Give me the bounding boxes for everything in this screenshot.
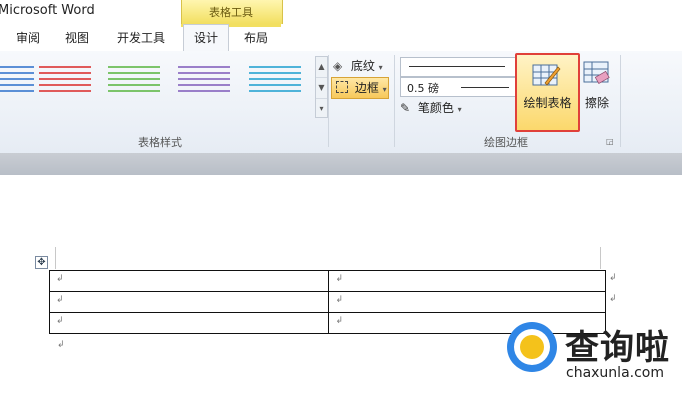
shading-button[interactable]: ◈ 底纹 ▾ bbox=[333, 57, 383, 75]
eraser-icon bbox=[583, 61, 610, 84]
group-divider bbox=[620, 55, 621, 147]
table-cell[interactable]: ↲ bbox=[48, 291, 330, 313]
row-end-mark: ↲ bbox=[609, 273, 617, 283]
table-style-thumb-3[interactable] bbox=[106, 62, 162, 106]
pen-color-label: 笔颜色 bbox=[417, 101, 454, 115]
table-style-thumb-5[interactable] bbox=[247, 62, 303, 106]
tab-layout[interactable]: 布局 bbox=[244, 29, 268, 46]
margin-guide bbox=[55, 247, 56, 269]
chevron-down-icon: ▾ bbox=[457, 105, 462, 114]
tab-developer[interactable]: 开发工具 bbox=[117, 29, 165, 46]
group-divider bbox=[328, 55, 329, 147]
title-bar bbox=[0, 0, 682, 24]
tab-design[interactable]: 设计 bbox=[183, 24, 230, 52]
table-row: ↲ ↲ bbox=[48, 270, 606, 292]
tab-view[interactable]: 视图 bbox=[65, 29, 89, 46]
watermark-name: 查询啦 bbox=[565, 328, 670, 368]
dialog-launcher-icon[interactable]: ◲ bbox=[606, 137, 614, 146]
table-style-thumb-2[interactable] bbox=[37, 62, 93, 106]
table-cell[interactable]: ↲ bbox=[48, 270, 330, 292]
draw-table-label: 绘制表格 bbox=[523, 96, 572, 110]
table-cell[interactable]: ↲ bbox=[328, 291, 606, 313]
draw-table-button[interactable] bbox=[515, 53, 580, 132]
paragraph-mark: ↲ bbox=[57, 340, 65, 350]
margin-guide bbox=[600, 247, 601, 269]
eraser-label: 擦除 bbox=[584, 96, 609, 110]
table-style-thumb-1[interactable] bbox=[0, 62, 36, 106]
pen-icon: ✎ bbox=[400, 101, 411, 115]
draw-borders-group-label: 绘图边框 bbox=[484, 136, 528, 149]
scroll-up-icon[interactable]: ▲ bbox=[316, 57, 327, 78]
table-move-handle-icon[interactable]: ✥ bbox=[35, 256, 48, 269]
chevron-down-icon: ▾ bbox=[378, 63, 383, 72]
scroll-down-icon[interactable]: ▼ bbox=[316, 78, 327, 99]
paint-bucket-icon: ◈ bbox=[333, 59, 343, 73]
app-title: Microsoft Word bbox=[0, 3, 95, 18]
ruler-band bbox=[0, 153, 682, 175]
gallery-more-icon[interactable]: ▾ bbox=[316, 99, 327, 119]
tab-review[interactable]: 审阅 bbox=[16, 29, 40, 46]
chevron-down-icon: ▾ bbox=[382, 85, 387, 94]
line-weight-value: 0.5 磅 bbox=[407, 82, 439, 95]
table-cell[interactable]: ↲ bbox=[328, 270, 606, 292]
borders-button[interactable]: 边框 ▾ bbox=[331, 77, 389, 99]
line-weight-preview bbox=[461, 87, 509, 88]
style-gallery-scroll[interactable]: ▲ ▼ ▾ bbox=[315, 56, 328, 118]
table-cell[interactable]: ↲ bbox=[48, 312, 330, 334]
pen-color-button[interactable]: ✎ 笔颜色 ▾ bbox=[400, 99, 462, 117]
row-end-mark: ↲ bbox=[609, 294, 617, 304]
table-tools-label: 表格工具 bbox=[209, 6, 253, 19]
draw-table-icon bbox=[532, 64, 561, 86]
line-style-select[interactable] bbox=[400, 57, 520, 77]
watermark-logo-icon bbox=[507, 322, 557, 372]
watermark-domain: chaxunla.com bbox=[566, 365, 664, 381]
group-divider bbox=[394, 55, 395, 147]
shading-label: 底纹 bbox=[350, 59, 375, 73]
borders-label: 边框 bbox=[354, 81, 379, 95]
borders-icon bbox=[336, 81, 348, 93]
table-styles-group-label: 表格样式 bbox=[138, 136, 182, 149]
table-row: ↲ ↲ bbox=[48, 291, 606, 313]
table-style-thumb-4[interactable] bbox=[176, 62, 232, 106]
line-weight-select[interactable]: 0.5 磅 bbox=[400, 77, 520, 97]
ribbon-tab-strip bbox=[0, 24, 682, 52]
